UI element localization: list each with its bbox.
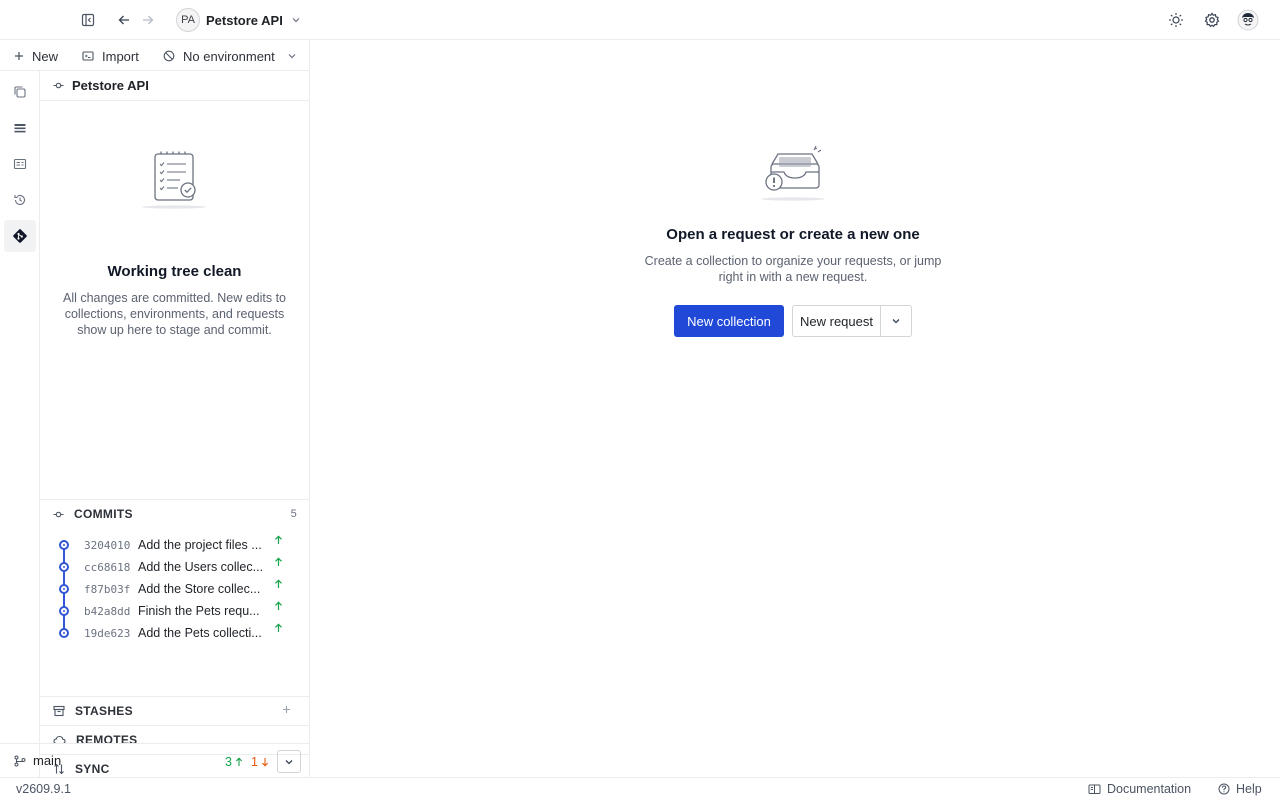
import-button[interactable]: Import [82,46,139,66]
arrow-up-icon [274,535,283,545]
clipboard-checklist-icon [134,150,216,210]
sidebar-toggle-icon[interactable] [76,8,100,32]
branch-name: main [33,753,62,768]
help-label: Help [1236,782,1262,796]
arrow-up-icon [274,601,283,611]
commits-header[interactable]: COMMITS 5 [40,500,309,528]
workspace-avatar: PA [176,8,200,32]
chevron-down-icon [291,15,301,25]
status-bar: v2609.9.1 Documentation Help [0,777,1280,800]
back-arrow-icon[interactable] [112,8,136,32]
chevron-down-icon [287,51,297,61]
new-collection-button[interactable]: New collection [674,305,784,337]
sidebar-toolbar: New Import No environment [0,40,310,71]
chevron-down-icon [284,757,294,767]
plus-icon [14,51,24,61]
new-request-button[interactable]: New request [793,306,881,336]
history-icon[interactable] [4,184,36,216]
arrow-down-icon [261,757,269,767]
commit-hash: b42a8dd [84,604,131,618]
help-circle-icon [1218,783,1230,795]
workspace-switcher[interactable]: PA Petstore API [176,7,301,33]
chevron-down-icon [891,316,901,326]
branch-bar: main 3 1 [0,743,309,778]
branch-icon [14,755,26,767]
git-panel: Petstore API Working tree clean All chan… [40,71,309,777]
documentation-label: Documentation [1107,782,1192,796]
commit-node-icon [59,562,69,572]
help-link[interactable]: Help [1218,782,1262,796]
branch-selector[interactable]: main [14,753,61,768]
stashes-header[interactable]: STASHES [40,697,309,725]
commit-row[interactable]: f87b03f Add the Store collec... [40,578,309,600]
stashes-title: STASHES [75,704,133,718]
collections-icon[interactable] [4,76,36,108]
inbox-warning-icon [758,142,828,204]
git-icon[interactable] [4,220,36,252]
no-environment-icon [163,50,175,62]
import-label: Import [102,48,139,64]
book-icon [1088,783,1101,795]
forward-arrow-icon[interactable] [136,8,160,32]
ahead-behind-counter: 3 1 [225,755,269,769]
commit-row[interactable]: cc68618 Add the Users collec... [40,556,309,578]
user-avatar-icon[interactable] [1236,8,1260,32]
version-label: v2609.9.1 [16,782,71,796]
documentation-link[interactable]: Documentation [1088,782,1191,796]
ahead-count: 3 [225,755,232,769]
environment-selector[interactable]: No environment [163,46,297,66]
gear-icon[interactable] [1200,8,1224,32]
new-request-options-button[interactable] [881,306,911,336]
new-label: New [32,48,59,64]
clean-state-description: All changes are committed. New edits to … [62,291,287,337]
commits-title: COMMITS [74,507,133,521]
new-request-split-button: New request [792,305,912,337]
arrow-up-icon [235,757,243,767]
commit-node-icon [59,584,69,594]
archive-icon [53,705,65,717]
commit-message: Finish the Pets requ... [138,604,260,618]
import-icon [82,50,94,62]
activity-rail [0,71,40,777]
commit-node-icon [59,606,69,616]
top-bar: PA Petstore API [0,0,1280,40]
panel-header: Petstore API [40,71,309,101]
commit-hash: 19de623 [84,626,131,640]
arrow-up-icon [274,557,283,567]
list-icon[interactable] [4,112,36,144]
left-sidebar: New Import No environment Petstore API W… [0,40,310,777]
commit-icon [53,80,64,91]
commit-hash: 3204010 [84,538,131,552]
commit-message: Add the Pets collecti... [138,626,262,640]
commits-section: COMMITS 5 3204010 Add the project files .… [40,499,309,656]
commit-row[interactable]: 3204010 Add the project files ... [40,534,309,556]
sun-icon[interactable] [1164,8,1188,32]
empty-state-description: Create a collection to organize your req… [644,254,942,284]
commit-hash: cc68618 [84,560,131,574]
clean-state-title: Working tree clean [107,263,242,280]
add-stash-plus-icon[interactable] [282,705,291,714]
commit-row[interactable]: b42a8dd Finish the Pets requ... [40,600,309,622]
empty-state-title: Open a request or create a new one [666,226,920,243]
commit-node-icon [59,628,69,638]
environments-icon[interactable] [4,148,36,180]
commit-message: Add the Users collec... [138,560,264,574]
workspace-name: Petstore API [206,12,283,28]
panel-title: Petstore API [72,78,149,93]
stashes-section: STASHES [40,696,309,725]
commit-message: Add the Store collec... [138,582,261,596]
commit-row[interactable]: 19de623 Add the Pets collecti... [40,622,309,644]
new-button[interactable]: New [14,46,58,66]
arrow-up-icon [274,623,283,633]
environment-label: No environment [183,48,275,64]
commits-count: 5 [290,508,297,520]
commit-node-icon [59,540,69,550]
commit-message: Add the project files ... [138,538,262,552]
behind-count: 1 [250,755,258,769]
arrow-up-icon [274,579,283,589]
commit-icon [53,509,64,520]
commit-hash: f87b03f [84,582,131,596]
branch-menu-button[interactable] [277,750,301,773]
